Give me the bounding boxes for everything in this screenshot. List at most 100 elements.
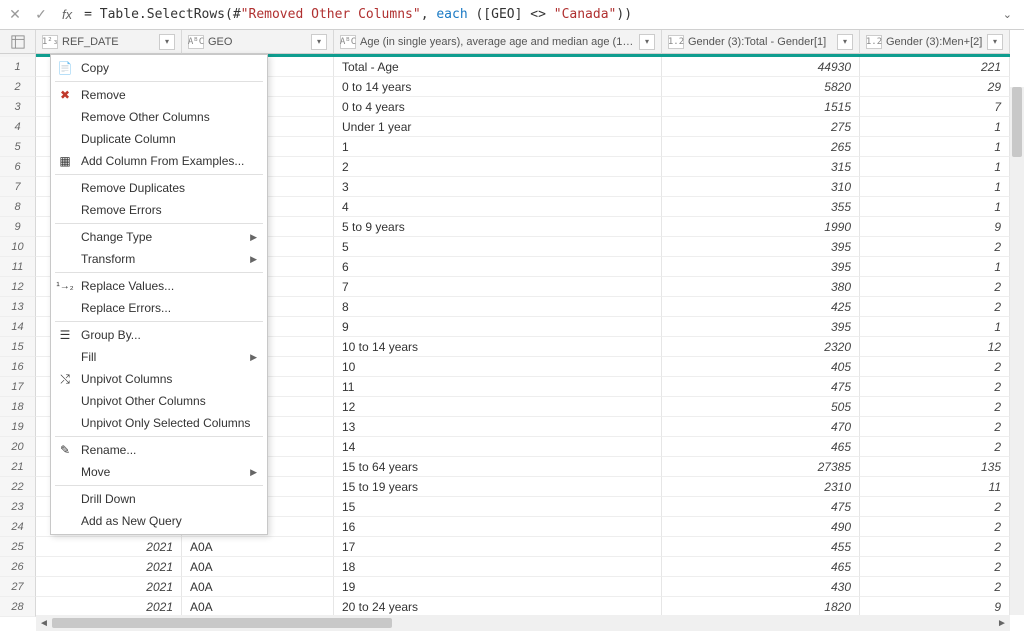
scrollbar-thumb[interactable] [52,618,392,628]
row-number[interactable]: 15 [0,337,36,357]
horizontal-scrollbar[interactable]: ◄ ► [36,615,1010,631]
cell-geo[interactable]: A0A [182,537,334,557]
cell-gender-men[interactable]: 1 [860,317,1010,337]
row-number[interactable]: 7 [0,177,36,197]
cell-gender-total[interactable]: 490 [662,517,860,537]
cell-gender-men[interactable]: 2 [860,537,1010,557]
cell-gender-total[interactable]: 455 [662,537,860,557]
cell-age[interactable]: 15 to 19 years [334,477,662,497]
cell-gender-total[interactable]: 315 [662,157,860,177]
cell-gender-total[interactable]: 5820 [662,77,860,97]
cell-gender-men[interactable]: 2 [860,377,1010,397]
cell-gender-total[interactable]: 465 [662,437,860,457]
cell-gender-men[interactable]: 2 [860,557,1010,577]
row-number[interactable]: 26 [0,557,36,577]
cell-gender-men[interactable]: 2 [860,357,1010,377]
cell-age[interactable]: 6 [334,257,662,277]
row-number[interactable]: 20 [0,437,36,457]
cell-age[interactable]: 10 to 14 years [334,337,662,357]
cell-ref-date[interactable]: 2021 [36,577,182,597]
cell-gender-men[interactable]: 221 [860,57,1010,77]
row-number[interactable]: 17 [0,377,36,397]
cell-gender-total[interactable]: 405 [662,357,860,377]
row-number[interactable]: 18 [0,397,36,417]
scroll-right-icon[interactable]: ► [994,618,1010,629]
row-number[interactable]: 5 [0,137,36,157]
row-number[interactable]: 8 [0,197,36,217]
menu-replace-values[interactable]: ¹→₂Replace Values... [51,275,267,297]
cell-gender-men[interactable]: 135 [860,457,1010,477]
menu-fill[interactable]: Fill▶ [51,346,267,368]
cell-gender-men[interactable]: 11 [860,477,1010,497]
cell-gender-men[interactable]: 9 [860,217,1010,237]
cell-gender-total[interactable]: 1820 [662,597,860,617]
formula-cancel-icon[interactable]: ✕ [6,6,24,23]
cell-gender-total[interactable]: 27385 [662,457,860,477]
cell-gender-men[interactable]: 1 [860,117,1010,137]
cell-gender-total[interactable]: 44930 [662,57,860,77]
cell-age[interactable]: 9 [334,317,662,337]
row-number[interactable]: 1 [0,57,36,77]
cell-gender-men[interactable]: 29 [860,77,1010,97]
cell-age[interactable]: 11 [334,377,662,397]
cell-age[interactable]: 5 to 9 years [334,217,662,237]
cell-gender-total[interactable]: 425 [662,297,860,317]
cell-age[interactable]: 8 [334,297,662,317]
column-header-gender-men[interactable]: 1.2 Gender (3):Men+[2] ▾ [860,30,1010,54]
menu-transform[interactable]: Transform▶ [51,248,267,270]
cell-gender-men[interactable]: 1 [860,177,1010,197]
menu-change-type[interactable]: Change Type▶ [51,226,267,248]
column-filter-icon[interactable]: ▾ [311,34,327,50]
cell-gender-men[interactable]: 2 [860,437,1010,457]
row-number[interactable]: 9 [0,217,36,237]
row-number[interactable]: 11 [0,257,36,277]
cell-gender-total[interactable]: 310 [662,177,860,197]
menu-remove[interactable]: ✖Remove [51,84,267,106]
cell-gender-men[interactable]: 1 [860,137,1010,157]
cell-age[interactable]: 1 [334,137,662,157]
cell-age[interactable]: 17 [334,537,662,557]
row-number[interactable]: 13 [0,297,36,317]
cell-gender-total[interactable]: 395 [662,237,860,257]
row-number[interactable]: 2 [0,77,36,97]
row-number[interactable]: 12 [0,277,36,297]
cell-ref-date[interactable]: 2021 [36,597,182,617]
cell-gender-total[interactable]: 475 [662,497,860,517]
scroll-left-icon[interactable]: ◄ [36,618,52,629]
cell-age[interactable]: 2 [334,157,662,177]
menu-copy[interactable]: 📄Copy [51,57,267,79]
formula-input[interactable]: = Table.SelectRows(#"Removed Other Colum… [84,7,989,22]
column-header-age[interactable]: AᴮC Age (in single years), average age a… [334,30,662,54]
cell-gender-men[interactable]: 1 [860,197,1010,217]
scrollbar-thumb[interactable] [1012,87,1022,157]
cell-gender-total[interactable]: 395 [662,257,860,277]
row-number[interactable]: 16 [0,357,36,377]
cell-gender-men[interactable]: 7 [860,97,1010,117]
formula-accept-icon[interactable]: ✓ [32,6,50,23]
cell-gender-men[interactable]: 2 [860,517,1010,537]
cell-age[interactable]: 0 to 14 years [334,77,662,97]
cell-age[interactable]: Total - Age [334,57,662,77]
row-number[interactable]: 25 [0,537,36,557]
row-number[interactable]: 21 [0,457,36,477]
cell-gender-men[interactable]: 2 [860,497,1010,517]
cell-gender-total[interactable]: 475 [662,377,860,397]
menu-unpivot[interactable]: ⤭Unpivot Columns [51,368,267,390]
cell-ref-date[interactable]: 2021 [36,537,182,557]
menu-duplicate[interactable]: Duplicate Column [51,128,267,150]
column-dropdown-icon[interactable]: ▾ [639,34,655,50]
formula-expand-icon[interactable]: ⌄ [997,8,1018,21]
row-number[interactable]: 28 [0,597,36,617]
cell-age[interactable]: 3 [334,177,662,197]
cell-gender-men[interactable]: 2 [860,577,1010,597]
cell-gender-total[interactable]: 380 [662,277,860,297]
cell-gender-men[interactable]: 2 [860,237,1010,257]
cell-gender-total[interactable]: 265 [662,137,860,157]
menu-drill-down[interactable]: Drill Down [51,488,267,510]
row-number[interactable]: 19 [0,417,36,437]
cell-age[interactable]: 10 [334,357,662,377]
row-number[interactable]: 4 [0,117,36,137]
cell-gender-total[interactable]: 470 [662,417,860,437]
vertical-scrollbar[interactable] [1010,87,1024,615]
cell-geo[interactable]: A0A [182,557,334,577]
